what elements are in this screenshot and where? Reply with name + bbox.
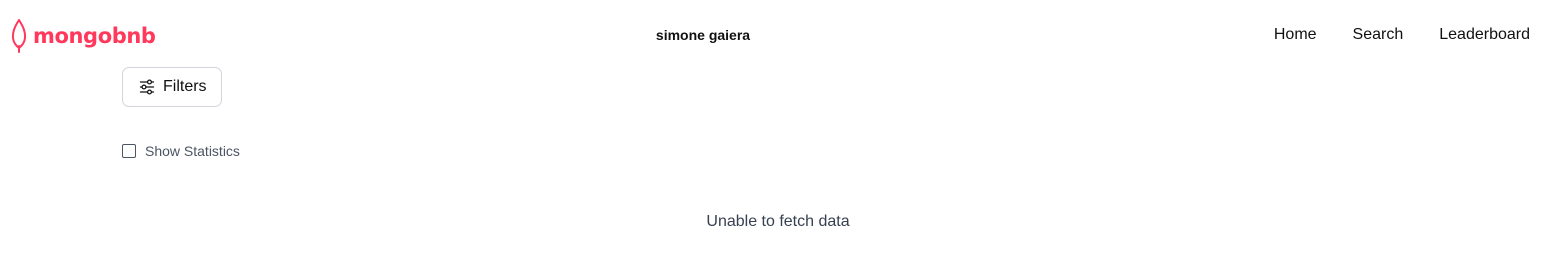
nav-leaderboard-link[interactable]: Leaderboard <box>1439 25 1530 45</box>
sliders-icon <box>139 79 155 95</box>
show-statistics-toggle[interactable]: Show Statistics <box>122 143 240 159</box>
nav-home-link[interactable]: Home <box>1274 25 1317 45</box>
top-header: mongobnb simone gaiera Home Search Leade… <box>0 0 1551 70</box>
filters-button[interactable]: Filters <box>122 67 222 107</box>
show-statistics-checkbox[interactable] <box>122 144 136 158</box>
filters-label: Filters <box>163 78 207 95</box>
main-nav: Home Search Leaderboard <box>1274 25 1530 45</box>
error-message: Unable to fetch data <box>706 213 850 230</box>
show-statistics-label: Show Statistics <box>145 143 240 159</box>
nav-search-link[interactable]: Search <box>1353 25 1404 45</box>
user-name: simone gaiera <box>655 27 751 43</box>
